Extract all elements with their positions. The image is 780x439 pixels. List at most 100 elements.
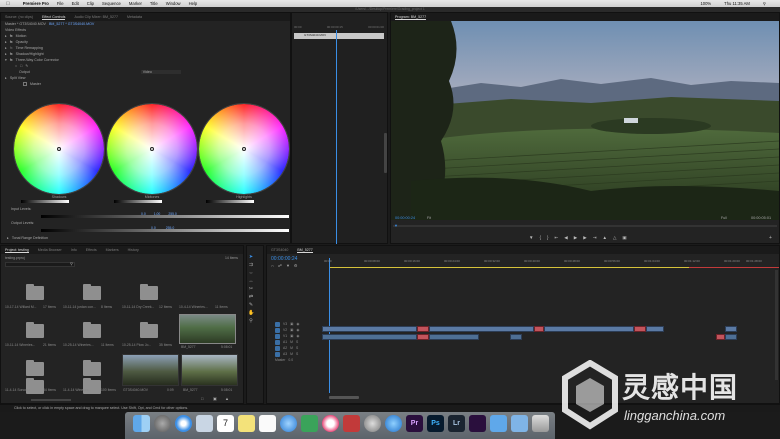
menu-help[interactable]: Help [189,1,198,6]
menu-sequence[interactable]: Sequence [102,1,121,6]
bin-name[interactable]: 10-4-14 Wineries... [179,305,208,309]
fx-badge-icon[interactable]: fx [10,46,13,50]
fx-badge-icon[interactable]: fx [10,40,13,44]
rate-stretch-tool-icon[interactable]: ↔ [248,278,254,284]
mark-in-bracket-icon[interactable]: { [539,235,541,241]
master-volume[interactable]: 0.0 [288,358,293,362]
pen-tool-icon[interactable]: ✎ [248,302,254,308]
tonal-range-row[interactable]: ▸ Tonal Range Definition [3,235,283,241]
itunes-icon[interactable] [322,415,339,432]
rect-mask-icon[interactable]: □ [20,64,22,68]
timeline-clip-v1[interactable] [429,326,534,332]
timeline-clip-v1-adjusted[interactable] [417,326,429,332]
tab-effect-controls[interactable]: Effect Controls [41,15,66,20]
highlights-balance-handle[interactable] [242,147,246,151]
finder-icon[interactable] [133,415,150,432]
bin-folder-icon[interactable] [83,360,101,376]
bin-folder-icon[interactable] [140,322,158,338]
add-button-icon[interactable]: + [769,235,772,241]
clip-name[interactable]: BM_5277 [183,388,198,392]
tab-media-browser[interactable]: Media Browser [38,248,62,252]
messages-icon[interactable] [280,415,297,432]
mini-scrollbar[interactable] [384,133,387,173]
slip-tool-icon[interactable]: ⇄ [248,294,254,300]
photo-booth-icon[interactable] [343,415,360,432]
project-search-input[interactable] [5,262,75,267]
bin-name[interactable]: 10-25-14 Wineries... [63,343,94,347]
bin-name[interactable]: 11-4-14 Wineries... [63,388,91,392]
expand-icon[interactable]: ▸ [7,236,9,240]
add-marker-icon[interactable]: ▼ [286,263,290,268]
menu-title[interactable]: Title [150,1,158,6]
timeline-clip-v1[interactable] [646,326,664,332]
expand-icon[interactable]: ▸ [5,52,7,56]
media-encoder-icon[interactable] [469,415,486,432]
shadows-balance-handle[interactable] [57,147,61,151]
fx-badge-icon[interactable]: fx [10,34,13,38]
bin-name[interactable]: 10-11-14 Dry Creek... [122,305,154,309]
ellipse-mask-icon[interactable]: ○ [15,64,17,68]
new-bin-icon[interactable]: □ [201,396,203,401]
tab-info[interactable]: Info [71,248,77,252]
master-clip-label[interactable]: Master * GT3S4040.MOV [5,22,46,26]
bin-folder-icon[interactable] [26,360,44,376]
output-select[interactable]: Video [140,70,181,74]
mail-icon[interactable] [196,415,213,432]
clip-thumbnail[interactable] [122,354,179,386]
input-levels-slider[interactable] [41,215,289,218]
timeline-clip-a1-adjusted[interactable] [417,334,429,340]
app-store-icon[interactable] [385,415,402,432]
bin-folder-icon[interactable] [26,284,44,300]
pen-mask-icon[interactable]: ✎ [25,64,28,68]
mark-out-bracket-icon[interactable]: } [547,235,549,241]
master-checkbox[interactable] [23,82,27,86]
bin-name[interactable]: 11-4-14 Sonoma [5,388,30,392]
timeline-horizontal-scrollbar[interactable] [329,396,359,399]
program-quality-select[interactable]: Full [721,216,727,220]
timeline-clip-v1-adjusted[interactable] [634,326,646,332]
project-zoom-slider[interactable] [31,399,71,401]
system-preferences-icon[interactable] [364,415,381,432]
program-timecode-in[interactable]: 00:00:00:24 [395,216,415,220]
menu-marker[interactable]: Marker [129,1,142,6]
fx-badge-icon[interactable]: fx [10,52,13,56]
zoom-tool-icon[interactable]: ⚲ [248,318,254,324]
premiere-pro-icon[interactable]: Pr [406,415,423,432]
tab-program[interactable]: Program: BM_5277 [395,15,427,20]
collapse-icon[interactable]: ▾ [5,58,7,62]
clip-thumbnail[interactable] [181,354,238,386]
timeline-clip-v1[interactable] [725,326,737,332]
mini-clip[interactable]: GT3S4040.MOV [294,33,384,39]
tab-project[interactable]: Project: testing [5,248,29,253]
selection-tool-icon[interactable]: ➤ [248,254,254,260]
clock[interactable]: Thu 11:35 AM [724,1,750,6]
midtones-balance-handle[interactable] [150,147,154,151]
shadows-level-slider[interactable] [21,200,69,203]
bin-folder-icon[interactable] [26,322,44,338]
snap-icon[interactable]: ∩ [271,263,274,268]
search-icon[interactable]: ⚲ [70,261,73,266]
step-forward-icon[interactable]: ▶ [583,235,586,241]
extract-icon[interactable]: △ [613,235,616,241]
track-select-tool-icon[interactable]: ⇉ [248,262,254,268]
menu-edit[interactable]: Edit [72,1,79,6]
expand-icon[interactable]: ▸ [5,40,7,44]
bin-name[interactable]: 10-11-14 Wineries... [5,343,35,347]
lift-icon[interactable]: ▲ [602,235,606,241]
timeline-clip-v1[interactable] [544,326,634,332]
reminders-icon[interactable] [259,415,276,432]
trash-dock-icon[interactable] [532,415,549,432]
timeline-clip-v1[interactable] [322,326,417,332]
safari-icon[interactable] [175,415,192,432]
shadows-color-wheel[interactable] [13,103,105,195]
timeline-clip-a1-adjusted[interactable] [716,334,725,340]
clip-name[interactable]: GT3S4040.MOV [123,388,148,392]
bin-name[interactable]: 10-25-14 Plow Jo... [122,343,151,347]
timeline-clip-v1-adjusted[interactable] [534,326,544,332]
clip-thumbnail[interactable] [179,314,236,344]
timeline-vertical-scrollbar[interactable] [775,270,778,380]
photoshop-icon[interactable]: Ps [427,415,444,432]
midtones-level-slider[interactable] [114,200,162,203]
go-to-out-icon[interactable]: ⇥ [593,235,597,241]
menu-window[interactable]: Window [166,1,181,6]
